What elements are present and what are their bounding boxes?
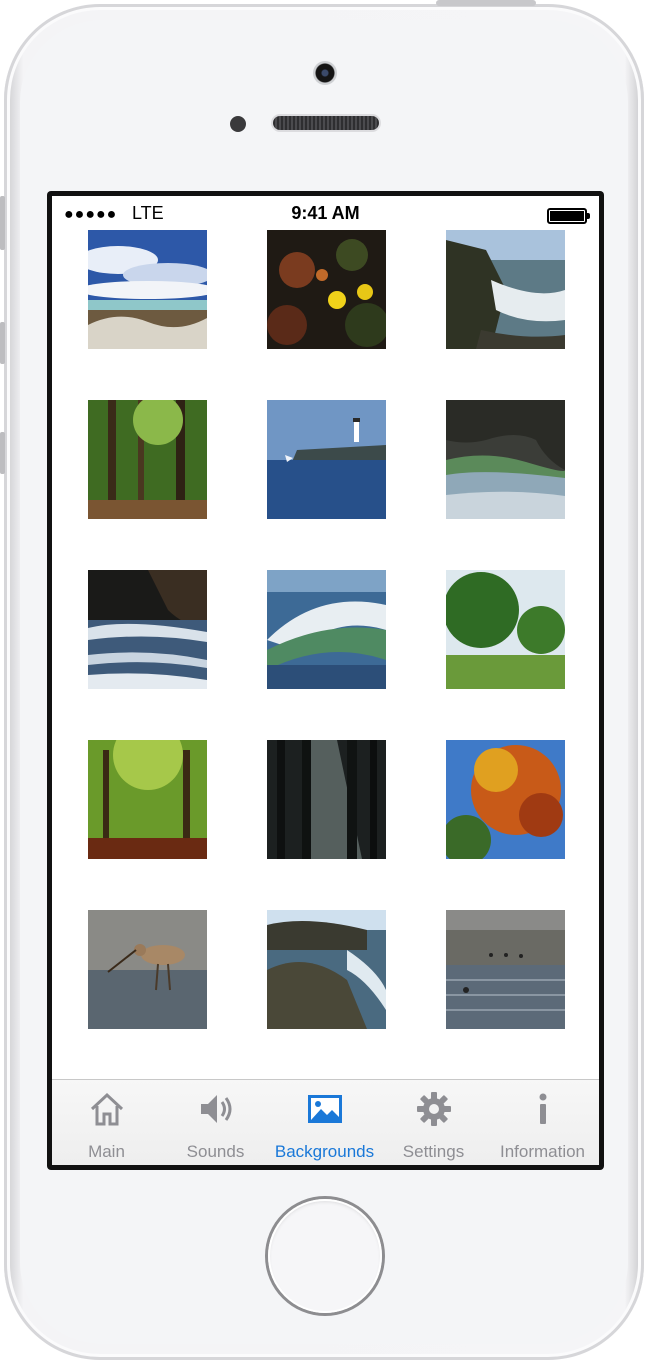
background-thumbnail[interactable]: [446, 230, 565, 349]
forest-path-image: [88, 400, 207, 519]
gear-icon: [417, 1092, 451, 1126]
shorebird-image: [88, 910, 207, 1029]
tab-information-label: Information: [499, 1142, 586, 1161]
tab-bar: Main Sounds Backgrounds Settings Informa…: [52, 1079, 599, 1165]
background-thumbnail[interactable]: [267, 910, 386, 1029]
tab-main-label: Main: [88, 1142, 125, 1161]
background-thumbnail[interactable]: [446, 740, 565, 859]
picture-icon: [308, 1095, 342, 1123]
tab-sounds-label: Sounds: [186, 1142, 245, 1161]
tab-main[interactable]: Main: [52, 1080, 161, 1165]
status-bar: ●●●●● LTE 9:41 AM: [52, 196, 599, 230]
power-button: [436, 0, 536, 6]
cave-surf-image: [88, 570, 207, 689]
volume-up-button: [0, 322, 5, 364]
tab-settings-label: Settings: [402, 1142, 465, 1161]
background-thumbnail[interactable]: [88, 230, 207, 349]
background-thumbnail[interactable]: [267, 230, 386, 349]
background-thumbnail[interactable]: [88, 400, 207, 519]
rocky-coast-image: [446, 230, 565, 349]
screen-bezel: ●●●●● LTE 9:41 AM Main Sounds Background…: [47, 191, 604, 1170]
speaker-icon: [201, 1095, 232, 1123]
home-button[interactable]: [268, 1199, 382, 1313]
tab-information[interactable]: Information: [488, 1080, 597, 1165]
proximity-sensor: [230, 116, 246, 132]
autumn-tree-image: [446, 740, 565, 859]
battery-icon: [547, 208, 590, 224]
background-thumbnail[interactable]: [88, 740, 207, 859]
autumn-leaves-image: [267, 230, 386, 349]
background-thumbnail[interactable]: [88, 910, 207, 1029]
volume-down-button: [0, 432, 5, 474]
info-icon: [539, 1093, 547, 1124]
background-thumbnail[interactable]: [88, 570, 207, 689]
house-icon: [90, 1092, 124, 1126]
tab-settings[interactable]: Settings: [379, 1080, 488, 1165]
dark-forest-image: [267, 740, 386, 859]
tab-backgrounds[interactable]: Backgrounds: [270, 1080, 379, 1165]
background-thumbnail[interactable]: [267, 570, 386, 689]
background-thumbnail[interactable]: [446, 910, 565, 1029]
lighthouse-image: [267, 400, 386, 519]
sky-clouds-beach-image: [88, 230, 207, 349]
tab-sounds[interactable]: Sounds: [161, 1080, 270, 1165]
app-display: ●●●●● LTE 9:41 AM Main Sounds Background…: [52, 196, 599, 1165]
earpiece-speaker: [273, 116, 379, 130]
tab-backgrounds-label: Backgrounds: [274, 1142, 375, 1161]
background-thumbnail[interactable]: [446, 570, 565, 689]
beach-birds-image: [446, 910, 565, 1029]
sea-cave-image: [446, 400, 565, 519]
front-camera: [313, 61, 337, 85]
background-thumbnail[interactable]: [267, 740, 386, 859]
green-trees-image: [446, 570, 565, 689]
background-thumbnail[interactable]: [446, 400, 565, 519]
breaking-wave-image: [267, 570, 386, 689]
status-time: 9:41 AM: [291, 203, 360, 223]
mute-switch: [0, 196, 5, 250]
coastal-rocks-image: [267, 910, 386, 1029]
green-forest-image: [88, 740, 207, 859]
background-thumbnail[interactable]: [267, 400, 386, 519]
